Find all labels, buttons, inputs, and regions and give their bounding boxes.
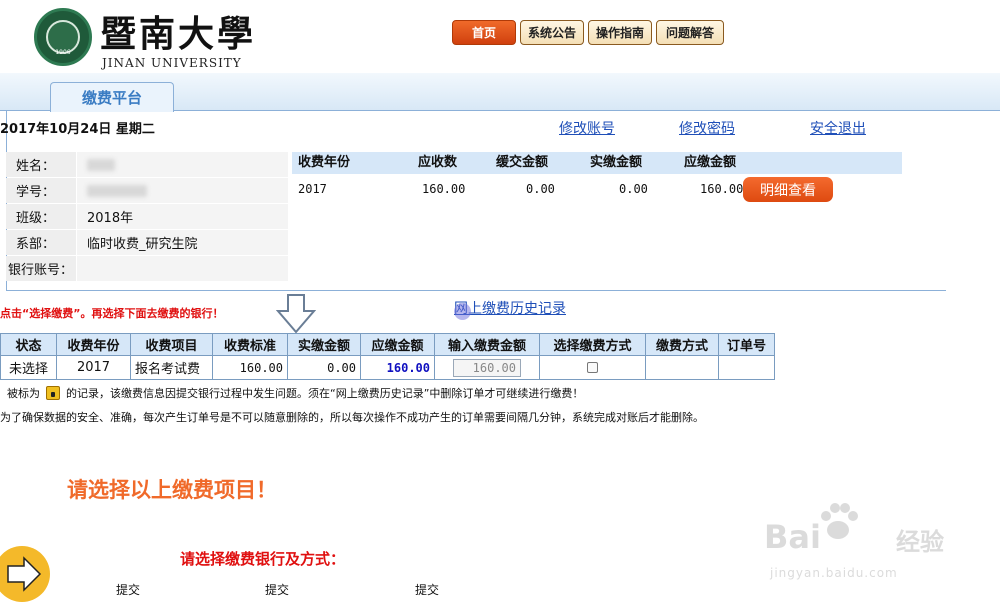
fee-deferred-value: 0.00 bbox=[526, 182, 555, 196]
fee-header-receivable: 应收数 bbox=[418, 155, 458, 170]
row-paid: 0.00 bbox=[287, 355, 361, 380]
fee-receivable-value: 160.00 bbox=[422, 182, 466, 196]
note-locked-records: 被标为 的记录，该缴费信息因提交银行过程中发生问题。须在“网上缴费历史记录”中删… bbox=[7, 385, 583, 401]
fee-header-year: 收费年份 bbox=[298, 155, 351, 170]
info-row-class: 班级： 2018年 bbox=[6, 204, 288, 229]
row-status: 未选择 bbox=[0, 355, 57, 380]
university-name-cn: 暨南大學 bbox=[100, 13, 257, 55]
payment-table: 状态 收费年份 收费项目 收费标准 实缴金额 应缴金额 输入缴费金额 选择缴费方… bbox=[0, 333, 775, 380]
row-standard: 160.00 bbox=[212, 355, 288, 380]
col-select-method: 选择缴费方式 bbox=[539, 333, 646, 356]
university-name-en: JINAN UNIVERSITY bbox=[102, 56, 242, 70]
lock-icon bbox=[46, 386, 60, 400]
redacted-name bbox=[87, 158, 115, 171]
id-value bbox=[77, 178, 288, 203]
class-label: 班级： bbox=[6, 204, 76, 229]
id-label: 学号： bbox=[6, 178, 76, 203]
baidu-paw-icon bbox=[821, 503, 858, 539]
info-row-bank: 银行账号： bbox=[6, 256, 288, 281]
table-row: 未选择 2017 报名考试费 160.00 0.00 160.00 bbox=[0, 355, 775, 380]
university-seal-logo: 1906 bbox=[34, 8, 92, 66]
fee-summary-header: 收费年份 应收数 缓交金额 实缴金额 应缴金额 bbox=[292, 152, 902, 174]
seal-year: 1906 bbox=[55, 49, 71, 56]
col-paid: 实缴金额 bbox=[287, 333, 361, 356]
nav-faq-button[interactable]: 问题解答 bbox=[656, 20, 724, 45]
fee-paid-value: 0.00 bbox=[619, 182, 648, 196]
logout-link[interactable]: 安全退出 bbox=[810, 118, 866, 138]
info-row-name: 姓名： bbox=[6, 152, 288, 177]
name-value bbox=[77, 152, 288, 177]
payment-table-header: 状态 收费年份 收费项目 收费标准 实缴金额 应缴金额 输入缴费金额 选择缴费方… bbox=[0, 333, 775, 356]
col-due: 应缴金额 bbox=[360, 333, 435, 356]
mouse-cursor-highlight bbox=[454, 303, 471, 320]
row-item: 报名考试费 bbox=[130, 355, 213, 380]
modify-password-link[interactable]: 修改密码 bbox=[679, 118, 735, 138]
redacted-id bbox=[87, 184, 147, 197]
nav-guide-button[interactable]: 操作指南 bbox=[588, 20, 652, 45]
watermark-url: jingyan.baidu.com bbox=[770, 566, 898, 580]
info-row-dept: 系部： 临时收费_研究生院 bbox=[6, 230, 288, 255]
info-row-id: 学号： bbox=[6, 178, 288, 203]
select-payment-checkbox[interactable] bbox=[587, 362, 598, 373]
payment-amount-input[interactable] bbox=[453, 358, 521, 377]
payment-history-link[interactable]: 网上缴费历史记录 bbox=[454, 298, 566, 318]
fee-due-value: 160.00 bbox=[700, 182, 744, 196]
user-info-table: 姓名： 学号： 班级： 2018年 系部： 临时收费_研究生院 银行账号： bbox=[6, 152, 288, 282]
col-input-amount: 输入缴费金额 bbox=[434, 333, 540, 356]
modify-account-link[interactable]: 修改账号 bbox=[559, 118, 615, 138]
col-year: 收费年份 bbox=[56, 333, 131, 356]
warning-text: 点击“选择缴费”。再选择下面去缴费的银行！ bbox=[0, 307, 224, 320]
fee-header-paid: 实缴金额 bbox=[590, 155, 643, 170]
note-order-deletion: 为了确保数据的安全、准确，每次产生订单号是不可以随意删除的，所以每次操作不成功产… bbox=[0, 411, 704, 424]
tab-payment-platform[interactable]: 缴费平台 bbox=[50, 82, 174, 112]
fee-header-deferred: 缓交金额 bbox=[496, 155, 549, 170]
watermark-text-en: Bai bbox=[764, 518, 821, 556]
submit-button-3[interactable]: 提交 bbox=[415, 581, 439, 598]
dept-value: 临时收费_研究生院 bbox=[77, 230, 288, 255]
row-input-cell bbox=[434, 355, 540, 380]
select-bank-prompt: 请选择缴费银行及方式： bbox=[180, 550, 346, 568]
dept-label: 系部： bbox=[6, 230, 76, 255]
note1-suffix: 的记录，该缴费信息因提交银行过程中发生问题。须在“网上缴费历史记录”中删除订单才… bbox=[66, 387, 584, 400]
submit-button-1[interactable]: 提交 bbox=[116, 581, 140, 598]
row-select-cell bbox=[539, 355, 646, 380]
current-date: 2017年10月24日 星期二 bbox=[0, 122, 155, 137]
fee-year-value: 2017 bbox=[298, 182, 327, 196]
baidu-jingyan-watermark: Bai 经验 jingyan.baidu.com bbox=[764, 498, 984, 588]
nav-notice-button[interactable]: 系统公告 bbox=[520, 20, 584, 45]
fee-header-due: 应缴金额 bbox=[684, 155, 737, 170]
view-detail-button[interactable]: 明细查看 bbox=[743, 177, 833, 202]
col-status: 状态 bbox=[0, 333, 57, 356]
submit-button-2[interactable]: 提交 bbox=[265, 581, 289, 598]
class-value: 2018年 bbox=[77, 204, 288, 229]
row-year: 2017 bbox=[56, 355, 131, 380]
note1-prefix: 被标为 bbox=[7, 387, 40, 400]
bank-label: 银行账号： bbox=[6, 256, 76, 281]
select-items-prompt: 请选择以上缴费项目！ bbox=[67, 478, 277, 502]
watermark-text-cn: 经验 bbox=[896, 528, 944, 556]
right-arrow-icon bbox=[0, 546, 50, 602]
bank-value bbox=[77, 256, 288, 281]
row-order-no bbox=[718, 355, 775, 380]
col-order-no: 订单号 bbox=[718, 333, 775, 356]
row-due: 160.00 bbox=[360, 355, 435, 380]
col-method: 缴费方式 bbox=[645, 333, 719, 356]
down-arrow-icon bbox=[276, 294, 316, 334]
col-standard: 收费标准 bbox=[212, 333, 288, 356]
row-method bbox=[645, 355, 719, 380]
nav-home-button[interactable]: 首页 bbox=[452, 20, 516, 45]
name-label: 姓名： bbox=[6, 152, 76, 177]
col-item: 收费项目 bbox=[130, 333, 213, 356]
